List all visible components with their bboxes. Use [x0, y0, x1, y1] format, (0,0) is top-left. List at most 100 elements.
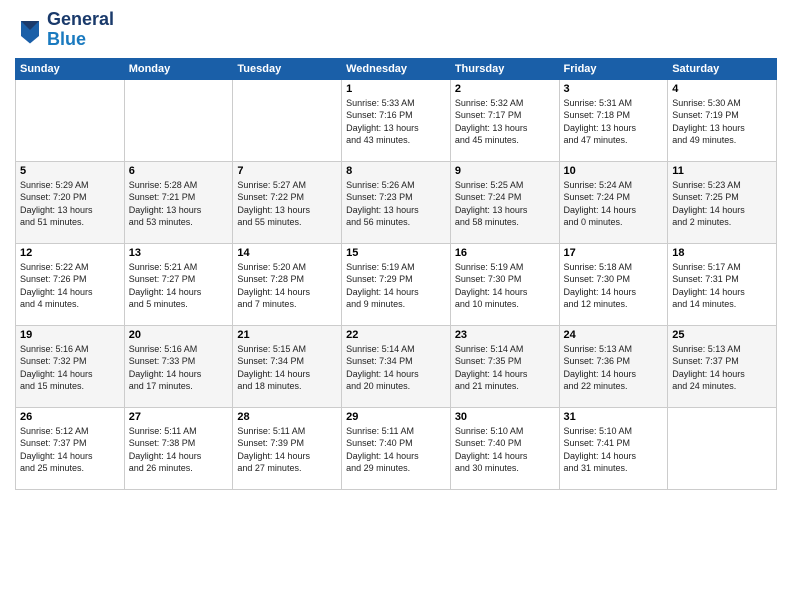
calendar-cell: 26 Sunrise: 5:12 AM Sunset: 7:37 PM Dayli… [16, 407, 125, 489]
calendar-cell: 13 Sunrise: 5:21 AM Sunset: 7:27 PM Dayli… [124, 243, 233, 325]
day-number: 19 [20, 329, 120, 341]
day-number: 26 [20, 411, 120, 423]
day-header-saturday: Saturday [668, 58, 777, 79]
calendar-cell: 4 Sunrise: 5:30 AM Sunset: 7:19 PM Daylig… [668, 79, 777, 161]
day-number: 16 [455, 247, 555, 259]
day-number: 20 [129, 329, 229, 341]
day-number: 13 [129, 247, 229, 259]
day-info: Sunrise: 5:13 AM Sunset: 7:36 PM Dayligh… [564, 343, 664, 393]
calendar-cell: 25 Sunrise: 5:13 AM Sunset: 7:37 PM Dayli… [668, 325, 777, 407]
calendar-cell: 11 Sunrise: 5:23 AM Sunset: 7:25 PM Dayli… [668, 161, 777, 243]
calendar-cell: 1 Sunrise: 5:33 AM Sunset: 7:16 PM Daylig… [342, 79, 451, 161]
logo-icon [15, 15, 45, 45]
day-info: Sunrise: 5:29 AM Sunset: 7:20 PM Dayligh… [20, 179, 120, 229]
day-header-friday: Friday [559, 58, 668, 79]
week-row-2: 12 Sunrise: 5:22 AM Sunset: 7:26 PM Dayli… [16, 243, 777, 325]
day-number: 24 [564, 329, 664, 341]
day-info: Sunrise: 5:31 AM Sunset: 7:18 PM Dayligh… [564, 97, 664, 147]
day-header-monday: Monday [124, 58, 233, 79]
day-info: Sunrise: 5:18 AM Sunset: 7:30 PM Dayligh… [564, 261, 664, 311]
day-info: Sunrise: 5:13 AM Sunset: 7:37 PM Dayligh… [672, 343, 772, 393]
day-info: Sunrise: 5:26 AM Sunset: 7:23 PM Dayligh… [346, 179, 446, 229]
day-number: 23 [455, 329, 555, 341]
calendar-cell: 30 Sunrise: 5:10 AM Sunset: 7:40 PM Dayli… [450, 407, 559, 489]
calendar-cell: 3 Sunrise: 5:31 AM Sunset: 7:18 PM Daylig… [559, 79, 668, 161]
day-header-thursday: Thursday [450, 58, 559, 79]
calendar-cell: 6Sunrise: 5:28 AM Sunset: 7:21 PM Daylig… [124, 161, 233, 243]
calendar-cell: 17 Sunrise: 5:18 AM Sunset: 7:30 PM Dayli… [559, 243, 668, 325]
day-info: Sunrise: 5:30 AM Sunset: 7:19 PM Dayligh… [672, 97, 772, 147]
day-info: Sunrise: 5:25 AM Sunset: 7:24 PM Dayligh… [455, 179, 555, 229]
week-row-3: 19 Sunrise: 5:16 AM Sunset: 7:32 PM Dayli… [16, 325, 777, 407]
calendar-cell: 28 Sunrise: 5:11 AM Sunset: 7:39 PM Dayli… [233, 407, 342, 489]
day-info: Sunrise: 5:10 AM Sunset: 7:40 PM Dayligh… [455, 425, 555, 475]
day-info: Sunrise: 5:27 AM Sunset: 7:22 PM Dayligh… [237, 179, 337, 229]
calendar-cell [233, 79, 342, 161]
day-number: 18 [672, 247, 772, 259]
calendar-cell: 20Sunrise: 5:16 AM Sunset: 7:33 PM Dayli… [124, 325, 233, 407]
calendar-cell: 16Sunrise: 5:19 AM Sunset: 7:30 PM Dayli… [450, 243, 559, 325]
day-header-sunday: Sunday [16, 58, 125, 79]
day-number: 7 [237, 165, 337, 177]
day-number: 30 [455, 411, 555, 423]
day-number: 21 [237, 329, 337, 341]
day-number: 28 [237, 411, 337, 423]
calendar-cell: 22 Sunrise: 5:14 AM Sunset: 7:34 PM Dayli… [342, 325, 451, 407]
day-number: 8 [346, 165, 446, 177]
calendar-cell: 9 Sunrise: 5:25 AM Sunset: 7:24 PM Daylig… [450, 161, 559, 243]
day-number: 10 [564, 165, 664, 177]
day-number: 4 [672, 83, 772, 95]
calendar-cell: 27 Sunrise: 5:11 AM Sunset: 7:38 PM Dayli… [124, 407, 233, 489]
calendar-cell: 29Sunrise: 5:11 AM Sunset: 7:40 PM Dayli… [342, 407, 451, 489]
day-info: Sunrise: 5:33 AM Sunset: 7:16 PM Dayligh… [346, 97, 446, 147]
day-info: Sunrise: 5:10 AM Sunset: 7:41 PM Dayligh… [564, 425, 664, 475]
day-info: Sunrise: 5:16 AM Sunset: 7:32 PM Dayligh… [20, 343, 120, 393]
day-number: 14 [237, 247, 337, 259]
day-info: Sunrise: 5:12 AM Sunset: 7:37 PM Dayligh… [20, 425, 120, 475]
calendar-cell: 12 Sunrise: 5:22 AM Sunset: 7:26 PM Dayli… [16, 243, 125, 325]
day-number: 12 [20, 247, 120, 259]
calendar-cell: 2Sunrise: 5:32 AM Sunset: 7:17 PM Daylig… [450, 79, 559, 161]
calendar-cell: 24 Sunrise: 5:13 AM Sunset: 7:36 PM Dayli… [559, 325, 668, 407]
calendar-cell: 31 Sunrise: 5:10 AM Sunset: 7:41 PM Dayli… [559, 407, 668, 489]
day-number: 31 [564, 411, 664, 423]
day-info: Sunrise: 5:11 AM Sunset: 7:39 PM Dayligh… [237, 425, 337, 475]
day-number: 15 [346, 247, 446, 259]
header: General Blue [15, 10, 777, 50]
day-header-tuesday: Tuesday [233, 58, 342, 79]
week-row-4: 26 Sunrise: 5:12 AM Sunset: 7:37 PM Dayli… [16, 407, 777, 489]
day-number: 9 [455, 165, 555, 177]
calendar-cell: 8 Sunrise: 5:26 AM Sunset: 7:23 PM Daylig… [342, 161, 451, 243]
day-info: Sunrise: 5:11 AM Sunset: 7:38 PM Dayligh… [129, 425, 229, 475]
day-header-wednesday: Wednesday [342, 58, 451, 79]
day-number: 6 [129, 165, 229, 177]
day-number: 1 [346, 83, 446, 95]
calendar: SundayMondayTuesdayWednesdayThursdayFrid… [15, 58, 777, 490]
day-info: Sunrise: 5:21 AM Sunset: 7:27 PM Dayligh… [129, 261, 229, 311]
day-info: Sunrise: 5:22 AM Sunset: 7:26 PM Dayligh… [20, 261, 120, 311]
calendar-cell [16, 79, 125, 161]
day-number: 22 [346, 329, 446, 341]
day-info: Sunrise: 5:14 AM Sunset: 7:34 PM Dayligh… [346, 343, 446, 393]
day-info: Sunrise: 5:23 AM Sunset: 7:25 PM Dayligh… [672, 179, 772, 229]
week-row-0: 1 Sunrise: 5:33 AM Sunset: 7:16 PM Daylig… [16, 79, 777, 161]
day-info: Sunrise: 5:14 AM Sunset: 7:35 PM Dayligh… [455, 343, 555, 393]
page: General Blue SundayMondayTuesdayWednesda… [0, 0, 792, 612]
day-info: Sunrise: 5:20 AM Sunset: 7:28 PM Dayligh… [237, 261, 337, 311]
day-info: Sunrise: 5:24 AM Sunset: 7:24 PM Dayligh… [564, 179, 664, 229]
calendar-header-row: SundayMondayTuesdayWednesdayThursdayFrid… [16, 58, 777, 79]
day-number: 29 [346, 411, 446, 423]
day-number: 11 [672, 165, 772, 177]
day-number: 17 [564, 247, 664, 259]
day-number: 3 [564, 83, 664, 95]
day-number: 25 [672, 329, 772, 341]
calendar-cell: 14 Sunrise: 5:20 AM Sunset: 7:28 PM Dayli… [233, 243, 342, 325]
calendar-cell: 10 Sunrise: 5:24 AM Sunset: 7:24 PM Dayli… [559, 161, 668, 243]
day-info: Sunrise: 5:32 AM Sunset: 7:17 PM Dayligh… [455, 97, 555, 147]
calendar-cell: 5Sunrise: 5:29 AM Sunset: 7:20 PM Daylig… [16, 161, 125, 243]
calendar-cell: 15Sunrise: 5:19 AM Sunset: 7:29 PM Dayli… [342, 243, 451, 325]
calendar-cell: 21Sunrise: 5:15 AM Sunset: 7:34 PM Dayli… [233, 325, 342, 407]
day-number: 27 [129, 411, 229, 423]
calendar-cell: 7 Sunrise: 5:27 AM Sunset: 7:22 PM Daylig… [233, 161, 342, 243]
calendar-cell: 23 Sunrise: 5:14 AM Sunset: 7:35 PM Dayli… [450, 325, 559, 407]
